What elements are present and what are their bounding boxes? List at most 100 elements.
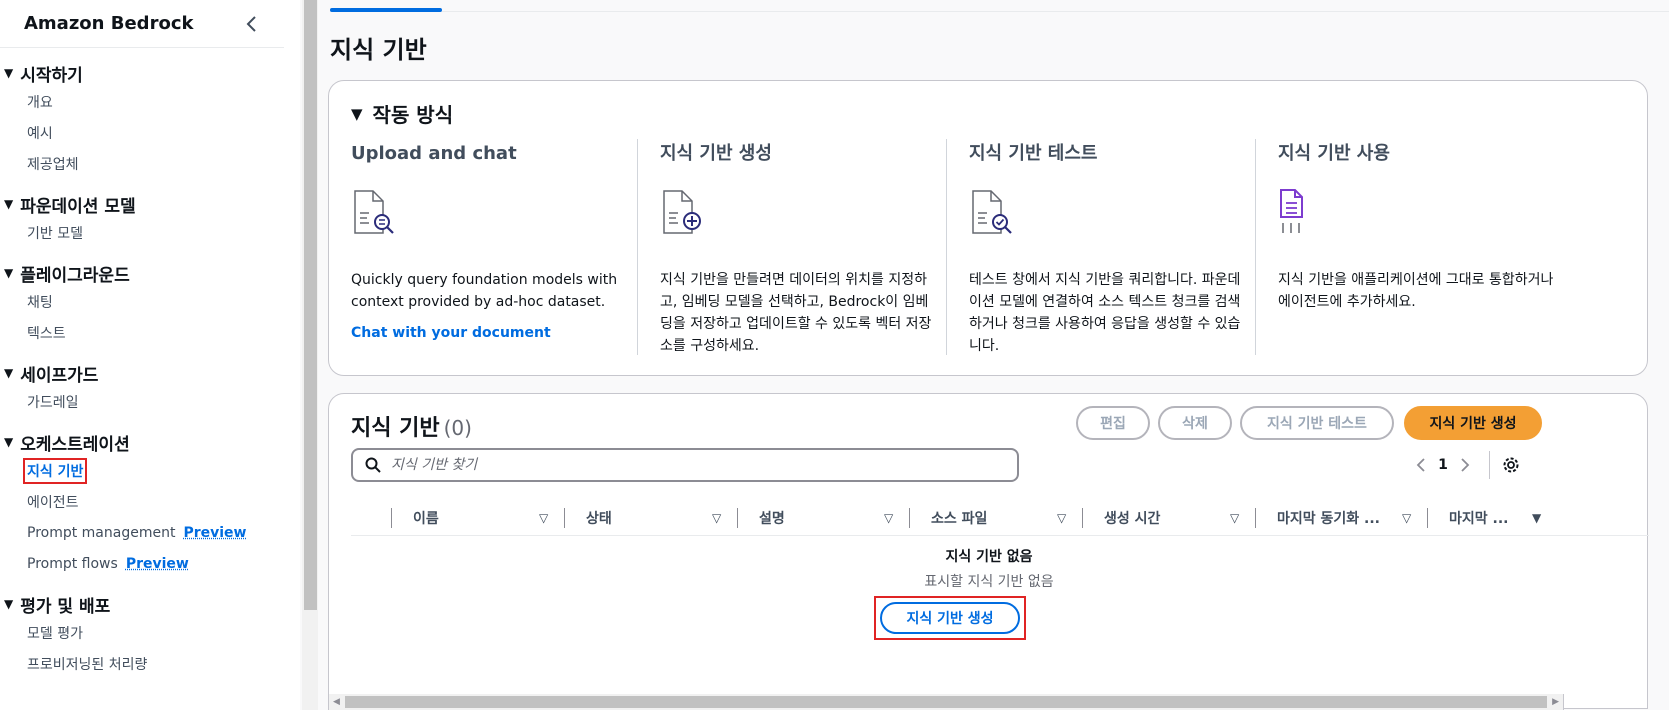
how-col-use: 지식 기반 사용 지식 기반을 애플리케이션에 그대로 통합하거나 에이전트에 … (1255, 139, 1555, 355)
sort-caret-icon[interactable]: ▽ (1057, 511, 1066, 525)
nav-section-toggle[interactable]: ▼ 평가 및 배포 (2, 591, 284, 617)
nav-section: ▼ 세이프가드가드레일 (2, 360, 284, 417)
nav-section-toggle[interactable]: ▼ 파운데이션 모델 (2, 191, 284, 217)
nav-item-label: 예시 (27, 125, 53, 142)
search-input[interactable] (391, 457, 991, 473)
nav-section-title: 세이프가드 (20, 365, 99, 386)
sidebar-scrollbar-thumb[interactable] (304, 0, 317, 610)
caret-down-icon: ▼ (4, 597, 14, 611)
sidebar-scrollbar[interactable] (302, 0, 318, 710)
side-navigation: Amazon Bedrock ▼ 시작하기 개요 예시 제공업체 ▼ 파운데이션 모델 기반 … (0, 0, 318, 710)
nav-item[interactable]: 텍스트 (2, 317, 284, 348)
how-col-text: Quickly query foundation models with con… (351, 272, 618, 310)
column-divider (1427, 508, 1428, 528)
how-it-works-toggle[interactable]: ▼ 작동 방식 (351, 99, 453, 128)
test-knowledge-base-button[interactable]: 지식 기반 테스트 (1240, 406, 1394, 440)
nav-item[interactable]: 프로비저닝된 처리량 (2, 648, 284, 679)
search-icon (365, 457, 381, 473)
gear-icon[interactable] (1502, 456, 1520, 474)
scroll-left-icon[interactable]: ◀ (333, 697, 340, 707)
sort-caret-icon[interactable]: ▽ (884, 511, 893, 525)
edit-button[interactable]: 편집 (1076, 406, 1150, 440)
active-tab-indicator (330, 8, 442, 12)
nav-item[interactable]: 개요 (2, 86, 284, 117)
nav-item-label: 지식 기반 (23, 457, 88, 484)
sidebar-title[interactable]: Amazon Bedrock (24, 13, 193, 34)
current-page-number[interactable]: 1 (1431, 457, 1455, 473)
empty-state-title: 지식 기반 없음 (945, 549, 1033, 565)
column-header-status[interactable]: 상태 (586, 500, 612, 536)
nav-section: ▼ 시작하기개요예시제공업체 (2, 60, 284, 179)
nav-item[interactable]: 채팅 (2, 286, 284, 317)
column-header-name[interactable]: 이름 (413, 500, 439, 536)
nav-section-title: 시작하기 (20, 65, 83, 86)
nav-section: ▼ 오케스트레이션 지식 기반 에이전트 Prompt management Previe… (2, 429, 284, 579)
nav-item[interactable]: 에이전트 (2, 486, 284, 517)
nav-item-label: 가드레일 (27, 394, 79, 411)
collapse-sidebar-button[interactable] (242, 14, 262, 34)
nav-item-label: 모델 평가 (27, 625, 83, 642)
nav-item[interactable]: 가드레일 (2, 386, 284, 417)
horizontal-scrollbar-thumb[interactable] (345, 696, 1547, 708)
document-add-icon (660, 187, 937, 243)
nav-item-label: 개요 (27, 94, 53, 111)
how-col-heading: 지식 기반 생성 (660, 143, 772, 164)
how-col-heading: 지식 기반 테스트 (969, 143, 1098, 164)
chat-with-document-link[interactable]: Chat with your document (351, 325, 651, 341)
column-header-last-sync[interactable]: 마지막 동기화 ... (1277, 500, 1380, 536)
sidebar-header: Amazon Bedrock (0, 0, 284, 48)
nav-section-toggle[interactable]: ▼ 시작하기 (2, 60, 284, 86)
horizontal-scrollbar[interactable]: ◀ ▶ (328, 694, 1564, 710)
nav-section-toggle[interactable]: ▼ 세이프가드 (2, 360, 284, 386)
nav-item[interactable]: 지식 기반 (2, 455, 284, 486)
preview-badge-link[interactable]: Preview (126, 556, 189, 572)
sort-caret-icon[interactable]: ▽ (1230, 511, 1239, 525)
how-col-upload-chat: Upload and chat Quickly query foundation… (351, 139, 651, 355)
sort-caret-icon[interactable]: ▽ (539, 511, 548, 525)
table-header: 이름 ▽ 상태 ▽ 설명 ▽ 소스 파일 ▽ 생성 시간 ▽ 마지막 동기화 .… (351, 500, 1649, 536)
preview-badge-link[interactable]: Preview (183, 525, 246, 541)
how-col-create: 지식 기반 생성 지식 기반을 만들려면 데이터의 위치를 지정하고, 임베딩 … (637, 139, 937, 355)
column-header-last[interactable]: 마지막 ... (1449, 500, 1508, 536)
nav-sections: ▼ 시작하기 개요 예시 제공업체 ▼ 파운데이션 모델 기반 모델 ▼ 플레이그라운드 채팅 텍스트… (0, 60, 284, 679)
caret-down-icon: ▼ (4, 435, 14, 449)
how-col-text: 지식 기반을 애플리케이션에 그대로 통합하거나 에이전트에 추가하세요. (1278, 272, 1554, 310)
nav-section: ▼ 파운데이션 모델 기반 모델 (2, 191, 284, 248)
nav-section: ▼ 플레이그라운드채팅텍스트 (2, 260, 284, 348)
scroll-right-icon[interactable]: ▶ (1552, 697, 1559, 707)
kb-count: (0) (443, 416, 472, 440)
how-col-heading: Upload and chat (351, 143, 517, 164)
nav-section-toggle[interactable]: ▼ 오케스트레이션 (2, 429, 284, 455)
nav-item-label: 채팅 (27, 294, 53, 311)
sort-caret-icon[interactable]: ▽ (712, 511, 721, 525)
nav-section-toggle[interactable]: ▼ 플레이그라운드 (2, 260, 284, 286)
column-header-source-files[interactable]: 소스 파일 (931, 500, 987, 536)
nav-section-title: 플레이그라운드 (20, 265, 130, 286)
nav-item-label: Prompt flows (27, 555, 118, 572)
create-knowledge-base-button[interactable]: 지식 기반 생성 (1404, 406, 1542, 440)
nav-item[interactable]: 모델 평가 (2, 617, 284, 648)
sort-caret-icon[interactable]: ▽ (1402, 511, 1411, 525)
column-header-description[interactable]: 설명 (759, 500, 785, 536)
nav-item-label: 텍스트 (27, 325, 66, 342)
nav-item[interactable]: 기반 모델 (2, 217, 284, 248)
nav-item[interactable]: 예시 (2, 117, 284, 148)
pager-divider (1489, 451, 1490, 479)
next-page-icon[interactable] (1455, 457, 1475, 473)
nav-item[interactable]: Prompt management Preview (2, 517, 284, 548)
document-check-icon (969, 187, 1246, 243)
empty-create-knowledge-base-button[interactable]: 지식 기반 생성 (880, 602, 1020, 634)
nav-item[interactable]: Prompt flows Preview (2, 548, 284, 579)
how-it-works-title: 작동 방식 (372, 103, 454, 127)
caret-down-icon: ▼ (351, 104, 363, 123)
search-field[interactable] (351, 448, 1019, 482)
prev-page-icon[interactable] (1411, 457, 1431, 473)
nav-item[interactable]: 제공업체 (2, 148, 284, 179)
column-divider (391, 508, 392, 528)
delete-button[interactable]: 삭제 (1158, 406, 1232, 440)
sort-caret-filled-icon[interactable]: ▼ (1532, 511, 1541, 525)
empty-state-subtitle: 표시할 지식 기반 없음 (924, 574, 1054, 590)
nav-section-title: 오케스트레이션 (20, 434, 130, 455)
column-header-created-time[interactable]: 생성 시간 (1104, 500, 1160, 536)
how-col-text: 지식 기반을 만들려면 데이터의 위치를 지정하고, 임베딩 모델을 선택하고,… (660, 272, 932, 354)
